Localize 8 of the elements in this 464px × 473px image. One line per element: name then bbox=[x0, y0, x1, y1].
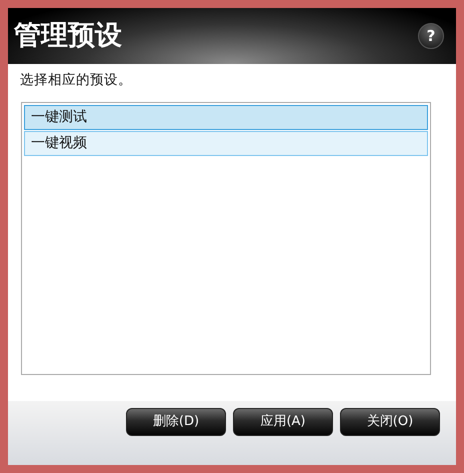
preset-item[interactable]: 一键测试 bbox=[24, 105, 428, 130]
preset-item[interactable]: 一键视频 bbox=[24, 131, 428, 156]
dialog-button[interactable]: 应用(A) bbox=[233, 408, 333, 436]
dialog-button[interactable]: 关闭(O) bbox=[340, 408, 440, 436]
window-title: 管理预设 bbox=[14, 18, 122, 53]
instruction-text: 选择相应的预设。 bbox=[20, 71, 133, 90]
dialog-button[interactable]: 删除(D) bbox=[126, 408, 226, 436]
help-button[interactable]: ? bbox=[418, 23, 444, 49]
